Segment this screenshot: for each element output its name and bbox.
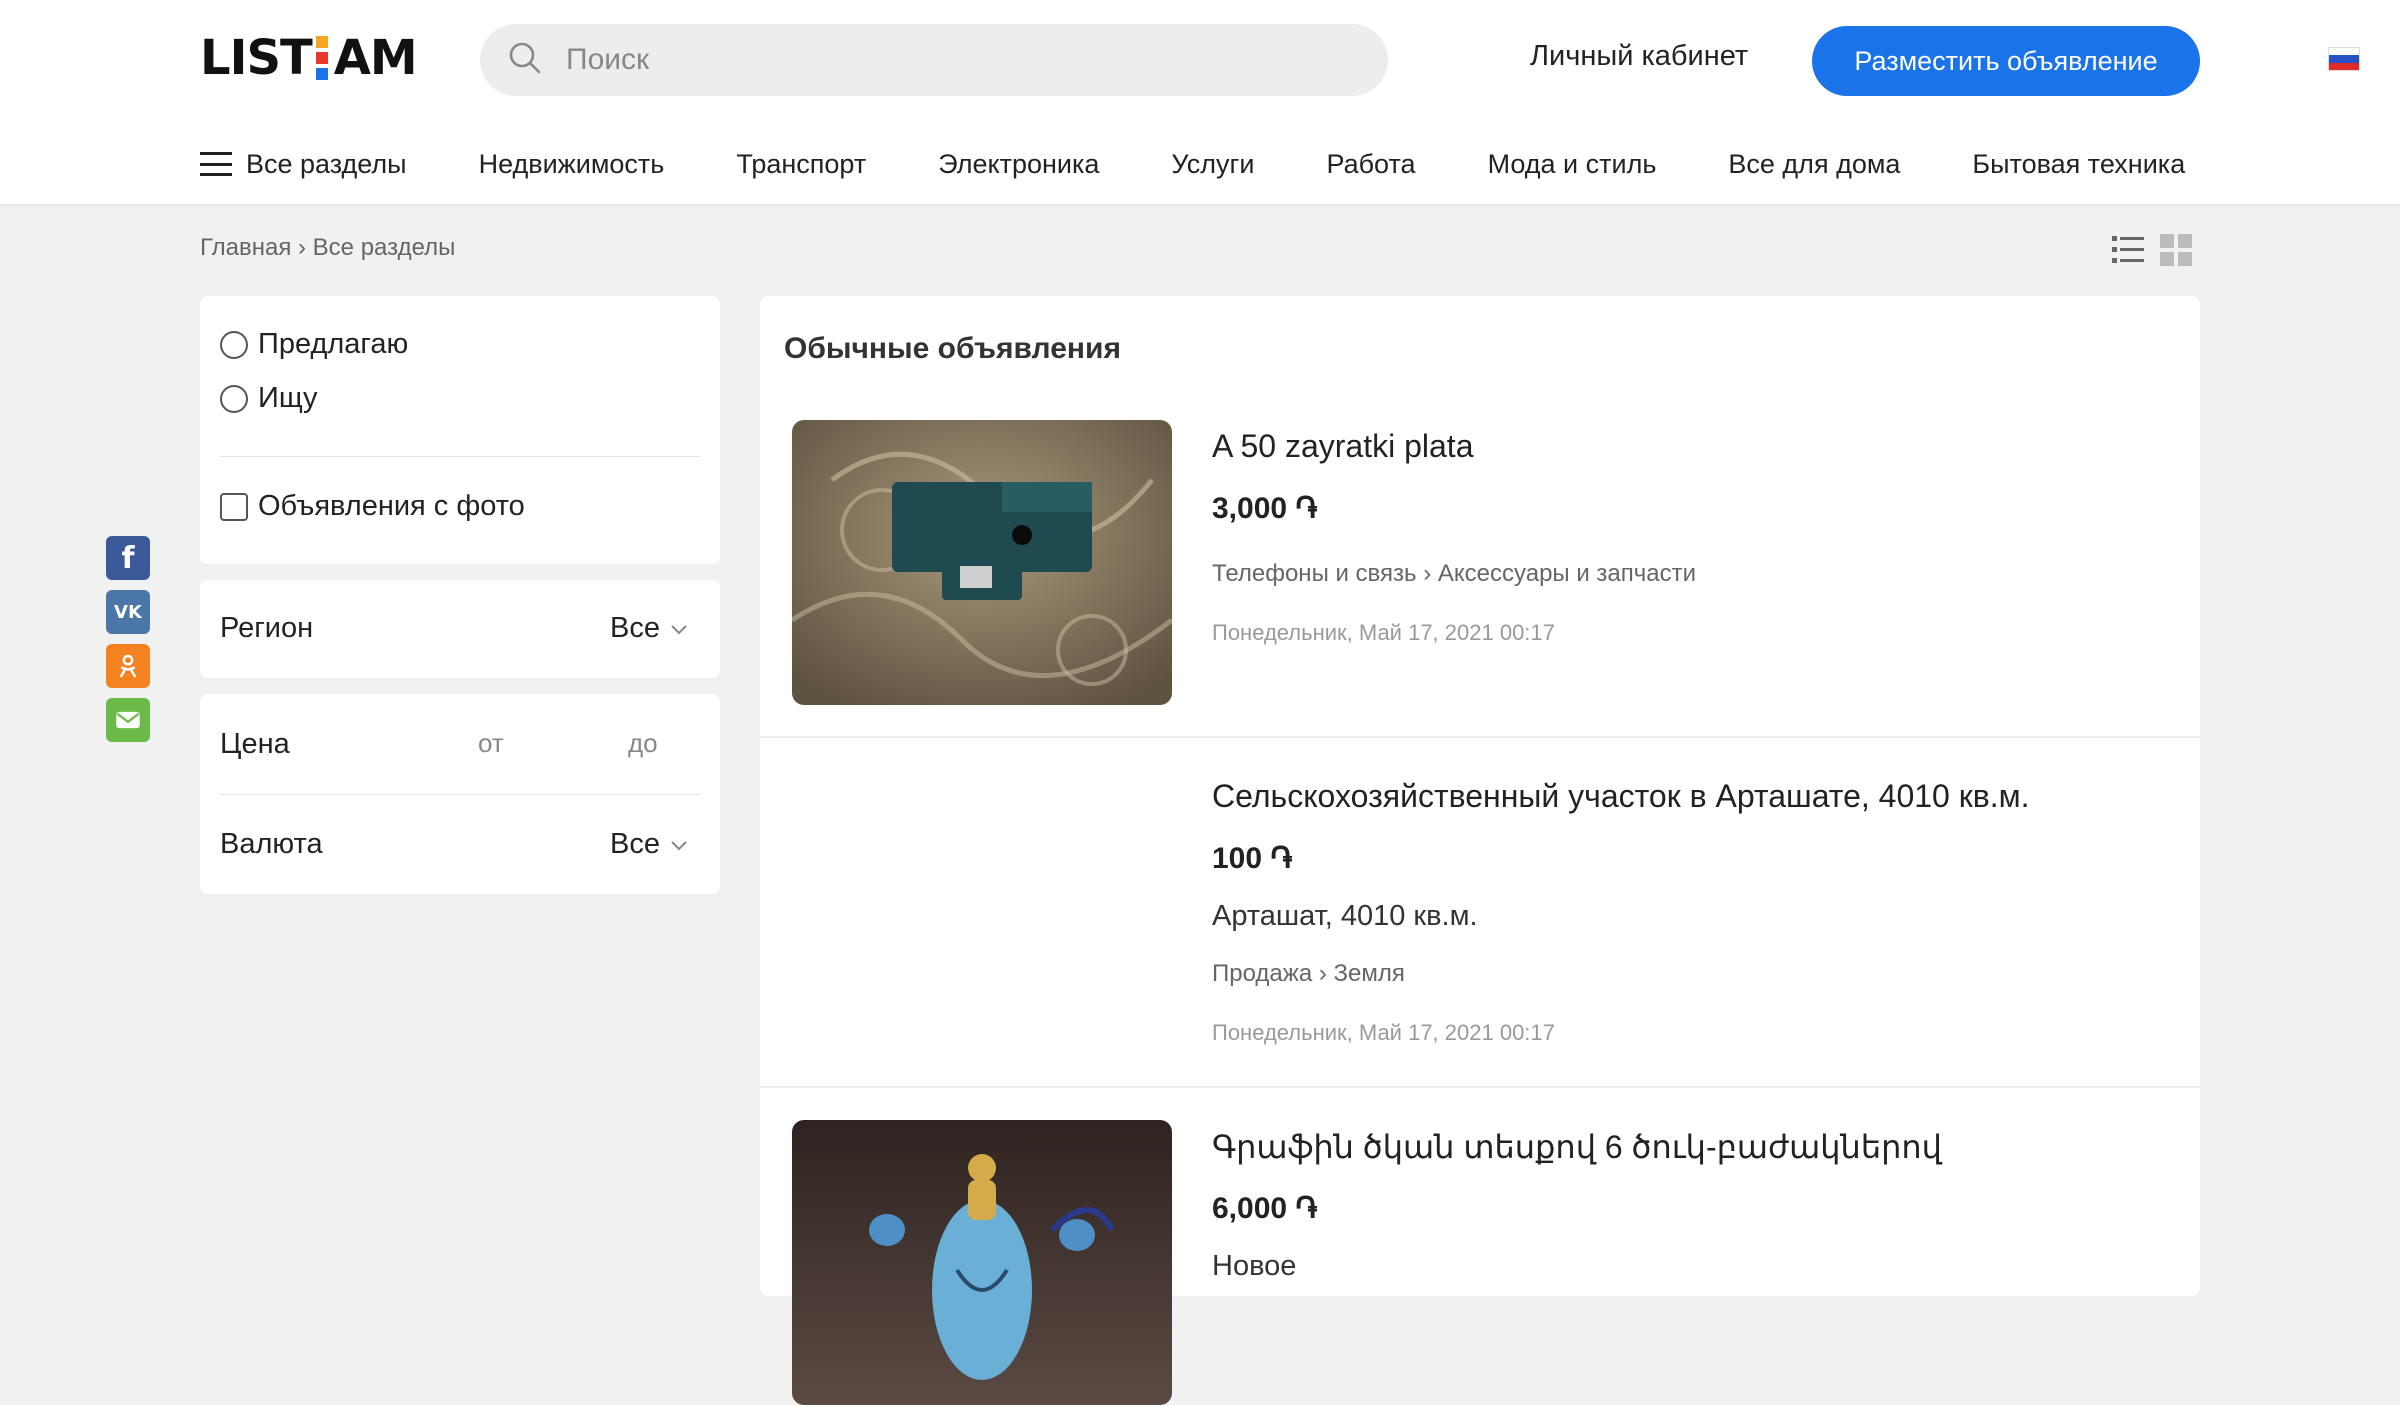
logo-text-left: LIST <box>200 30 313 86</box>
listing-subtitle: Арташат, 4010 кв.м. <box>1212 900 1478 932</box>
radio-seek-label: Ищу <box>258 382 318 414</box>
filter-panel-price: Цена от до Валюта Все <box>200 694 720 894</box>
vk-icon[interactable]: VK <box>106 590 150 634</box>
price-from-input[interactable]: от <box>478 728 504 759</box>
listings-panel: Обычные объявления A 50 zayratki plata 3… <box>760 296 2200 1405</box>
radio-offer[interactable]: Предлагаю <box>220 328 408 361</box>
nav-item-real-estate[interactable]: Недвижимость <box>479 149 665 180</box>
checkbox-with-photo[interactable]: Объявления с фото <box>220 490 525 523</box>
filter-divider <box>220 794 700 795</box>
listing-divider <box>760 736 2200 738</box>
listing-date: Понедельник, Май 17, 2021 00:17 <box>1212 620 1555 645</box>
chevron-down-icon <box>671 840 687 850</box>
breadcrumb[interactable]: Главная › Все разделы <box>200 234 455 262</box>
listings-title: Обычные объявления <box>784 332 1121 365</box>
social-share: f VK <box>106 536 150 742</box>
radio-seek-circle[interactable] <box>220 384 248 413</box>
nav-item-services[interactable]: Услуги <box>1171 149 1254 180</box>
search-icon <box>508 41 542 80</box>
ru-flag-icon[interactable] <box>2328 47 2360 71</box>
post-ad-button[interactable]: Разместить объявление <box>1812 26 2200 96</box>
nav-item-transport[interactable]: Транспорт <box>736 149 866 180</box>
personal-cabinet-link[interactable]: Личный кабинет <box>1530 40 1748 73</box>
currency-label: Валюта <box>220 828 323 860</box>
menu-icon <box>200 152 232 176</box>
logo[interactable]: LIST AM <box>200 30 418 86</box>
listing-title[interactable]: Сельскохозяйственный участок в Арташате,… <box>1212 778 2030 815</box>
region-filter[interactable]: Регион Все <box>220 612 700 645</box>
grid-view-icon[interactable] <box>2160 234 2192 271</box>
category-nav: Все разделы Недвижимость Транспорт Элект… <box>200 142 2185 186</box>
region-label: Регион <box>220 612 314 644</box>
price-to-input[interactable]: до <box>628 728 658 759</box>
nav-item-home[interactable]: Все для дома <box>1728 149 1900 180</box>
view-toggle <box>2112 234 2192 271</box>
price-filter: Цена от до <box>220 728 700 761</box>
region-select[interactable]: Все <box>610 612 688 645</box>
listing-price: 3,000 ֏ <box>1212 492 1318 525</box>
nav-item-jobs[interactable]: Работа <box>1326 149 1415 180</box>
nav-all-sections[interactable]: Все разделы <box>200 149 407 180</box>
search-bar[interactable] <box>480 24 1388 96</box>
listing-category: Продажа › Земля <box>1212 960 1405 987</box>
checkbox-with-photo-box[interactable] <box>220 492 248 521</box>
logo-text-right: AM <box>333 30 418 86</box>
listing-title[interactable]: Գրաֆին ծկան տեսքով 6 ծուկ-բաժակներով <box>1212 1128 1942 1166</box>
listing-category: Телефоны и связь › Аксессуары и запчасти <box>1212 560 1697 587</box>
search-input[interactable] <box>566 43 1326 77</box>
chevron-down-icon <box>671 624 687 634</box>
nav-all-label: Все разделы <box>246 148 407 179</box>
nav-item-electronics[interactable]: Электроника <box>938 149 1099 180</box>
list-view-icon[interactable] <box>2112 234 2144 271</box>
filter-divider <box>220 456 700 457</box>
currency-filter[interactable]: Валюта Все <box>220 828 700 861</box>
listing-divider <box>760 1086 2200 1088</box>
region-value: Все <box>610 612 660 644</box>
facebook-icon[interactable]: f <box>106 536 150 580</box>
odnoklassniki-icon[interactable] <box>106 644 150 688</box>
site-header: LIST AM Личный кабинет Разместить объявл… <box>0 0 2400 204</box>
currency-select[interactable]: Все <box>610 828 688 861</box>
nav-item-appliances[interactable]: Бытовая техника <box>1972 149 2185 180</box>
listing-title[interactable]: A 50 zayratki plata <box>1212 428 1473 465</box>
filter-panel-type: Предлагаю Ищу Объявления с фото <box>200 296 720 564</box>
listing-photo[interactable] <box>792 420 1172 705</box>
logo-separator <box>315 36 330 80</box>
listing-subtitle: Новое <box>1212 1250 1297 1282</box>
mail-icon[interactable] <box>106 698 150 742</box>
listing-photo[interactable] <box>792 1120 1172 1405</box>
radio-offer-label: Предлагаю <box>258 328 409 360</box>
radio-offer-circle[interactable] <box>220 330 248 359</box>
filter-panel-region: Регион Все <box>200 580 720 678</box>
listing-date: Понедельник, Май 17, 2021 00:17 <box>1212 1020 1555 1045</box>
listing-price: 100 ֏ <box>1212 842 1293 875</box>
price-label: Цена <box>220 728 290 760</box>
currency-value: Все <box>610 828 660 860</box>
listing-price: 6,000 ֏ <box>1212 1192 1318 1225</box>
checkbox-with-photo-label: Объявления с фото <box>258 490 525 522</box>
radio-seek[interactable]: Ищу <box>220 382 318 415</box>
nav-item-fashion[interactable]: Мода и стиль <box>1488 149 1657 180</box>
